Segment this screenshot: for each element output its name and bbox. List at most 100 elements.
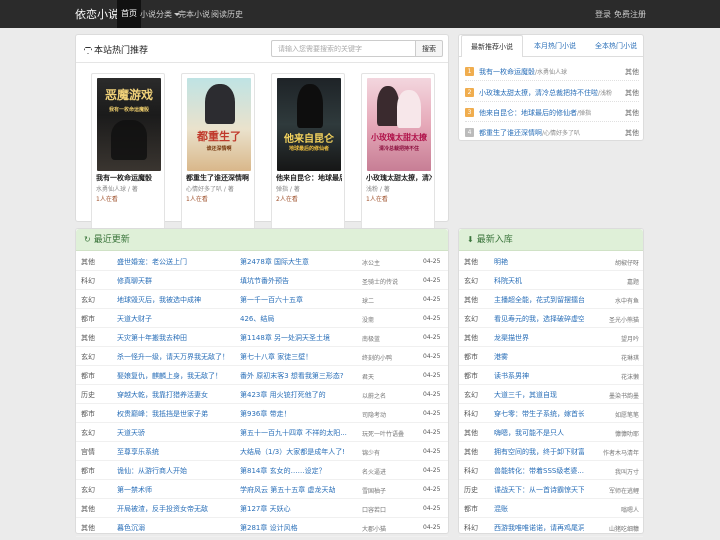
- rank-book-title[interactable]: 都重生了谁还深情啊: [479, 129, 542, 137]
- table-row[interactable]: 其他 暮色沉溺 第281章 设计风格 大郡小猫 04-25: [76, 518, 448, 537]
- tab-finished-hot[interactable]: 全本热门小说: [587, 35, 645, 57]
- new-book-title[interactable]: 明艳: [494, 257, 584, 267]
- book-cover[interactable]: 他来自昆仑 地球最后的修仙者: [277, 78, 341, 171]
- new-book-title[interactable]: 大道三千，其道自现: [494, 390, 584, 400]
- update-book-title[interactable]: 权贵巅峰：我抵挡是世家子弟: [117, 409, 235, 419]
- rank-name[interactable]: 我有一枚命运魔骰/水勇仙人球: [479, 67, 567, 77]
- rank-book-title[interactable]: 他来自昆仑：地球最后的修仙者: [479, 109, 577, 117]
- table-row[interactable]: 其他 嗨嗯，我可能不是只人 慷慷叻耶: [459, 423, 643, 442]
- new-book-title[interactable]: 谍战天下：从一首诗霸惊天下: [494, 485, 584, 495]
- update-book-title[interactable]: 杀一怪升一级，请天万界我无敌了！: [117, 352, 235, 362]
- table-row[interactable]: 其他 主播超全能，花式到留摆擂台 水中有鱼: [459, 290, 643, 309]
- site-logo[interactable]: 依恋小说: [75, 6, 119, 22]
- new-book-title[interactable]: 科院天机: [494, 276, 584, 286]
- table-row[interactable]: 都市 天道大财子 426、结局 没斋 04-25: [76, 309, 448, 328]
- tab-latest-recommend[interactable]: 最新推荐小说: [461, 35, 523, 57]
- table-row[interactable]: 其他 龙渠描世界 望月吟: [459, 328, 643, 347]
- nav-history[interactable]: 阅读历史: [211, 9, 243, 20]
- update-book-title[interactable]: 诡仙：从游行商人开始: [117, 466, 235, 476]
- table-row[interactable]: 都市 混账 嗡嗯人: [459, 499, 643, 518]
- book-title[interactable]: 我有一枚命运魔骰: [96, 173, 162, 183]
- new-book-title[interactable]: 读书系男神: [494, 371, 584, 381]
- table-row[interactable]: 科幻 西游我唯唯诺诺，请再鸡尾洞府 山猪吃细糠: [459, 518, 643, 537]
- rank-book-title[interactable]: 小玫瑰太甜太撩，清冷总裁把持不住啦: [479, 89, 598, 97]
- table-row[interactable]: 玄幻 大道三千，其道自现 墨染书韵墨: [459, 385, 643, 404]
- update-chapter[interactable]: 第1148章 另一处洞天圣土境: [240, 333, 360, 343]
- book-title[interactable]: 小玫瑰太甜太撩，清冷总裁把持不住啦: [366, 173, 432, 183]
- table-row[interactable]: 历史 谍战天下：从一首诗霸惊天下 军师在逃鲤: [459, 480, 643, 499]
- table-row[interactable]: 玄幻 杀一怪升一级，请天万界我无敌了！ 第七十八章 家徒三壁！ 终刻的小鸭 04-25: [76, 347, 448, 366]
- search-input[interactable]: [271, 40, 416, 57]
- new-book-title[interactable]: 混账: [494, 504, 584, 514]
- book-cover[interactable]: 恶魔游戏 我有一枚命运魔骰: [97, 78, 161, 171]
- table-row[interactable]: 都市 港雾 花琳琪: [459, 347, 643, 366]
- new-book-title[interactable]: 兽能转化：带着SSS级老婆...: [494, 466, 584, 476]
- table-row[interactable]: 历史 穿越大乾，我靠打猎养活妻女 第423章 用火铳打死他了的 以蔚之名 04-25: [76, 385, 448, 404]
- update-chapter[interactable]: 第七十八章 家徒三壁！: [240, 352, 360, 362]
- table-row[interactable]: 玄幻 天道天骄 第五十一百九十四章 不祥的太阳... 玩死一叶竹语叠 04-25: [76, 423, 448, 442]
- new-book-title[interactable]: 主播超全能，花式到留摆擂台: [494, 295, 584, 305]
- rank-item[interactable]: 2 小玫瑰太甜太撩，清冷总裁把持不住啦/浅粉 其他: [465, 87, 639, 102]
- update-chapter[interactable]: 番外 原初末客3 想看我第三形态?: [240, 371, 360, 381]
- update-chapter[interactable]: 第936章 带走！: [240, 409, 360, 419]
- new-book-title[interactable]: 西游我唯唯诺诺，请再鸡尾洞府: [494, 523, 584, 533]
- update-chapter[interactable]: 第2478章 国际大生意: [240, 257, 360, 267]
- update-chapter[interactable]: 426、结局: [240, 314, 360, 324]
- book-card[interactable]: 恶魔游戏 我有一枚命运魔骰 我有一枚命运魔骰 水勇仙人球 / 著 1人在看: [91, 73, 165, 244]
- update-book-title[interactable]: 暮色沉溺: [117, 523, 235, 533]
- nav-home[interactable]: 首页: [117, 0, 141, 28]
- table-row[interactable]: 科幻 穿七零：带生子系统，嫁首长，我 如愿笔笔: [459, 404, 643, 423]
- new-book-title[interactable]: 嗨嗯，我可能不是只人: [494, 428, 584, 438]
- book-card[interactable]: 都重生了 谁还深情啊 都重生了谁还深情啊 心情好多了叭 / 著 1人在看: [181, 73, 255, 244]
- update-book-title[interactable]: 盛世婚宠：老公送上门: [117, 257, 235, 267]
- new-book-title[interactable]: 看见寿元的我，选择破碎虚空: [494, 314, 584, 324]
- table-row[interactable]: 其他 盛世婚宠：老公送上门 第2478章 国际大生意 冰公主 04-25: [76, 252, 448, 271]
- register-link[interactable]: 免费注册: [614, 9, 646, 20]
- book-title[interactable]: 他来自昆仑：地球最后的修仙者: [276, 173, 342, 183]
- table-row[interactable]: 其他 天灾第十年搬我去种田 第1148章 另一处洞天圣土境 南极蓝 04-25: [76, 328, 448, 347]
- table-row[interactable]: 其他 拥有空间的我，终于卸下财富自由 作者木马清年: [459, 442, 643, 461]
- tab-monthly-hot[interactable]: 本月热门小说: [525, 35, 585, 57]
- rank-book-title[interactable]: 我有一枚命运魔骰: [479, 68, 535, 76]
- update-chapter[interactable]: 第814章 玄女的……设定？: [240, 466, 360, 476]
- new-book-title[interactable]: 龙渠描世界: [494, 333, 584, 343]
- nav-category[interactable]: 小说分类: [140, 9, 180, 20]
- rank-item[interactable]: 1 我有一枚命运魔骰/水勇仙人球 其他: [465, 66, 639, 81]
- table-row[interactable]: 其他 开局被渣，反手投资女帝无敌 第127章 天妖心 口容若口 04-25: [76, 499, 448, 518]
- update-book-title[interactable]: 修真聊天群: [117, 276, 235, 286]
- update-chapter[interactable]: 第281章 设计风格: [240, 523, 360, 533]
- book-card[interactable]: 小玫瑰太甜太撩 清冷总裁把持不住 小玫瑰太甜太撩，清冷总裁把持不住啦 浅粉 / …: [361, 73, 435, 244]
- book-cover[interactable]: 小玫瑰太甜太撩 清冷总裁把持不住: [367, 78, 431, 171]
- update-book-title[interactable]: 天道天骄: [117, 428, 235, 438]
- update-book-title[interactable]: 天道大财子: [117, 314, 235, 324]
- update-chapter[interactable]: 第五十一百九十四章 不祥的太阳...: [240, 428, 360, 438]
- new-book-title[interactable]: 拥有空间的我，终于卸下财富自由: [494, 447, 584, 457]
- table-row[interactable]: 都市 诡仙：从游行商人开始 第814章 玄女的……设定？ 名火逼进 04-25: [76, 461, 448, 480]
- table-row[interactable]: 玄幻 看见寿元的我，选择破碎虚空 圣光小熊猫: [459, 309, 643, 328]
- table-row[interactable]: 都市 权贵巅峰：我抵挡是世家子弟 第936章 带走！ 司隐考动 04-25: [76, 404, 448, 423]
- table-row[interactable]: 玄幻 第一禁术师 学府风云 第五十五章 虚龙天劫 雪国柚子 04-25: [76, 480, 448, 499]
- rank-item[interactable]: 4 都重生了谁还深情啊/心情好多了叭 其他: [465, 127, 639, 140]
- new-book-title[interactable]: 港雾: [494, 352, 584, 362]
- update-chapter[interactable]: 第127章 天妖心: [240, 504, 360, 514]
- rank-name[interactable]: 他来自昆仑：地球最后的修仙者/弹指: [479, 108, 591, 118]
- search-button[interactable]: 搜索: [416, 40, 443, 57]
- update-book-title[interactable]: 第一禁术师: [117, 485, 235, 495]
- table-row[interactable]: 玄幻 科院天机 嘉题: [459, 271, 643, 290]
- update-chapter[interactable]: 填坑节番外预告: [240, 276, 360, 286]
- book-title[interactable]: 都重生了谁还深情啊: [186, 173, 252, 183]
- table-row[interactable]: 玄幻 地球毁灭后，我被选中成神 第一千一百六十五章 球二 04-25: [76, 290, 448, 309]
- table-row[interactable]: 其他 明艳 胡椒仔呀: [459, 252, 643, 271]
- rank-name[interactable]: 小玫瑰太甜太撩，清冷总裁把持不住啦/浅粉: [479, 88, 612, 98]
- update-book-title[interactable]: 穿越大乾，我靠打猎养活妻女: [117, 390, 235, 400]
- update-chapter[interactable]: 学府风云 第五十五章 虚龙天劫: [240, 485, 360, 495]
- nav-finished[interactable]: 完本小说: [178, 9, 210, 20]
- login-link[interactable]: 登录: [595, 9, 611, 20]
- update-chapter[interactable]: 第一千一百六十五章: [240, 295, 360, 305]
- rank-item[interactable]: 3 他来自昆仑：地球最后的修仙者/弹指 其他: [465, 107, 639, 122]
- book-card[interactable]: 他来自昆仑 地球最后的修仙者 他来自昆仑：地球最后的修仙者 弹指 / 著 2人在…: [271, 73, 345, 244]
- table-row[interactable]: 都市 娶娘复仇，麒麟上身，我无敌了！ 番外 原初末客3 想看我第三形态? 君天 04-2…: [76, 366, 448, 385]
- table-row[interactable]: 科幻 修真聊天群 填坑节番外预告 圣骑士的传说 04-25: [76, 271, 448, 290]
- table-row[interactable]: 都市 读书系男神 花沫懒: [459, 366, 643, 385]
- update-book-title[interactable]: 开局被渣，反手投资女帝无敌: [117, 504, 235, 514]
